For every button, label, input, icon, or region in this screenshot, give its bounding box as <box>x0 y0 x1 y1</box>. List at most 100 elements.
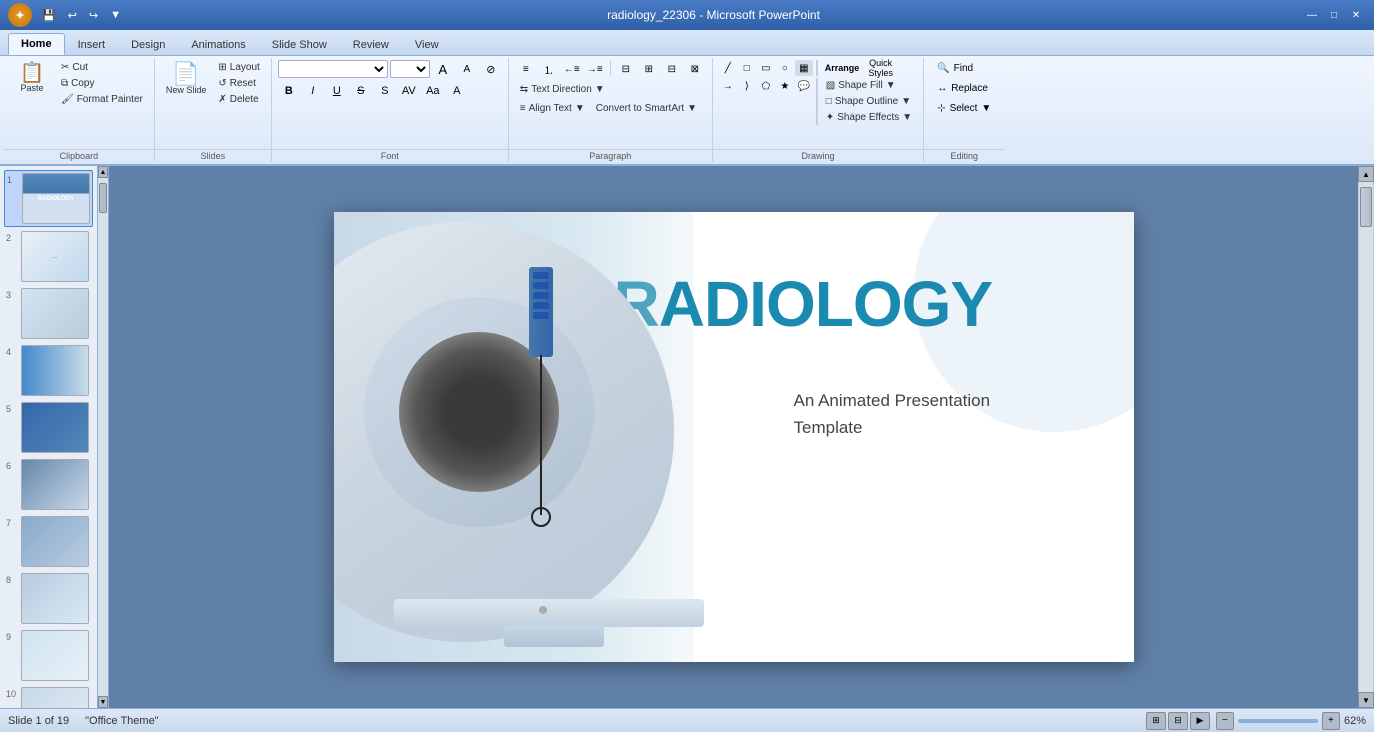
col3-btn[interactable]: ⊟ <box>661 60 683 78</box>
bold-button[interactable]: B <box>278 82 300 100</box>
increase-font-btn[interactable]: A <box>432 60 454 78</box>
tab-review[interactable]: Review <box>340 34 402 55</box>
increase-indent-btn[interactable]: →≡ <box>584 60 606 78</box>
cut-button[interactable]: ✂ Cut <box>56 60 148 75</box>
shape-arrow-btn[interactable]: → <box>719 78 737 94</box>
underline-button[interactable]: U <box>326 82 348 100</box>
format-painter-button[interactable]: 🖌 Format Painter <box>56 92 148 107</box>
slide-thumb-8[interactable]: 8 <box>4 571 93 626</box>
slide-thumb-6[interactable]: 6 <box>4 457 93 512</box>
zoom-in-btn[interactable]: + <box>1322 712 1340 730</box>
col2-btn[interactable]: ⊞ <box>638 60 660 78</box>
slide-thumb-4[interactable]: 4 <box>4 343 93 398</box>
tab-slideshow[interactable]: Slide Show <box>259 34 340 55</box>
slide-thumb-3[interactable]: 3 <box>4 286 93 341</box>
tab-view[interactable]: View <box>402 34 452 55</box>
layout-button[interactable]: ⊞ Layout <box>213 60 264 75</box>
paste-button[interactable]: 📋 Paste <box>10 60 54 97</box>
zoom-slider[interactable] <box>1238 719 1318 723</box>
strikethrough-button[interactable]: S <box>350 82 372 100</box>
font-size-select[interactable] <box>390 60 430 78</box>
slideshow-btn[interactable]: ▶ <box>1190 712 1210 730</box>
undo-quick-btn[interactable]: ↩ <box>64 7 81 24</box>
tab-home[interactable]: Home <box>8 33 65 55</box>
tab-design[interactable]: Design <box>118 34 178 55</box>
shape-rect-btn[interactable]: □ <box>738 60 756 76</box>
decrease-font-btn[interactable]: A <box>456 60 478 78</box>
slide-thumb-9[interactable]: 9 <box>4 628 93 683</box>
shape-callout-btn[interactable]: 💬 <box>795 78 813 94</box>
align-text-btn[interactable]: ≡ Align Text ▼ <box>515 101 590 116</box>
find-button[interactable]: 🔍 Find <box>930 60 980 77</box>
italic-button[interactable]: I <box>302 82 324 100</box>
slide-thumb-1[interactable]: 1 RADIOLOGY <box>4 170 93 227</box>
save-quick-btn[interactable]: 💾 <box>38 7 60 24</box>
font-color-btn[interactable]: A <box>446 82 468 100</box>
slide-thumb-10[interactable]: 10 <box>4 685 93 708</box>
slide-scroll-thumb[interactable] <box>99 183 107 213</box>
scroll-thumb[interactable] <box>1360 187 1372 227</box>
select-button[interactable]: ⊹ Select ▼ <box>930 100 998 117</box>
shape-chevron-btn[interactable]: ⟩ <box>738 78 756 94</box>
slide-thumb-2[interactable]: 2 … <box>4 229 93 284</box>
reset-button[interactable]: ↺ Reset <box>213 76 264 91</box>
shapes-row-1: ╱ □ ▭ ○ ▦ Arrange QuickStyles <box>719 60 897 76</box>
arrange-btn[interactable]: Arrange <box>821 60 864 76</box>
redo-quick-btn[interactable]: ↪ <box>85 7 102 24</box>
close-btn[interactable]: ✕ <box>1346 7 1366 23</box>
slide-thumb-5[interactable]: 5 <box>4 400 93 455</box>
shape-star-btn[interactable]: ★ <box>776 78 794 94</box>
shape-oval-btn[interactable]: ○ <box>776 60 794 76</box>
scroll-down-btn[interactable]: ▼ <box>1358 692 1374 708</box>
new-slide-button[interactable]: 📄 New Slide <box>161 60 212 99</box>
replace-button[interactable]: ↔ Replace <box>930 80 995 97</box>
main-area: 1 RADIOLOGY 2 … 3 4 5 <box>0 166 1374 708</box>
shape-outline-btn[interactable]: □ Shape Outline ▼ <box>821 94 917 109</box>
shape-line-btn[interactable]: ╱ <box>719 60 737 76</box>
text-direction-btn[interactable]: ⇆ Text Direction ▼ <box>515 82 610 97</box>
para-separator <box>610 60 611 76</box>
bullets-btn[interactable]: ≡ <box>515 60 537 78</box>
shape-pentagon-btn[interactable]: ⬠ <box>757 78 775 94</box>
slides-group: 📄 New Slide ⊞ Layout ↺ Reset ✗ Delete <box>155 58 272 162</box>
quick-styles-btn[interactable]: QuickStyles <box>864 60 897 76</box>
scroll-track <box>1359 182 1373 692</box>
char-spacing-btn[interactable]: AV <box>398 82 420 100</box>
slide-scroll-up[interactable]: ▲ <box>98 166 108 178</box>
change-case-btn[interactable]: Aa <box>422 82 444 100</box>
shadow-button[interactable]: S <box>374 82 396 100</box>
zoom-out-btn[interactable]: − <box>1216 712 1234 730</box>
align-text-arrow: ▼ <box>575 103 585 114</box>
slide-panel-scrollbar[interactable]: ▲ ▼ <box>98 166 108 708</box>
minimize-btn[interactable]: — <box>1302 7 1322 23</box>
smartart-btn[interactable]: Convert to SmartArt ▼ <box>591 101 702 116</box>
font-name-select[interactable] <box>278 60 388 78</box>
tab-animations[interactable]: Animations <box>178 34 258 55</box>
slide-preview-text-2: … <box>51 252 60 262</box>
right-scrollbar[interactable]: ▲ ▼ <box>1358 166 1374 708</box>
copy-button[interactable]: ⧉ Copy <box>56 76 148 91</box>
clear-format-btn[interactable]: ⊘ <box>480 60 502 78</box>
office-button[interactable]: ✦ <box>8 3 32 27</box>
decrease-indent-btn[interactable]: ←≡ <box>561 60 583 78</box>
shape-more-btn[interactable]: ▦ <box>795 60 813 76</box>
col4-btn[interactable]: ⊠ <box>684 60 706 78</box>
cut-icon: ✂ <box>61 62 69 73</box>
slide-thumb-7[interactable]: 7 <box>4 514 93 569</box>
main-slide[interactable]: RADIOLOGY An Animated Presentation Templ… <box>334 212 1134 662</box>
shape-effects-btn[interactable]: ✦ Shape Effects ▼ <box>821 110 917 125</box>
maximize-btn[interactable]: □ <box>1324 7 1344 23</box>
scroll-up-btn[interactable]: ▲ <box>1358 166 1374 182</box>
normal-view-btn[interactable]: ⊞ <box>1146 712 1166 730</box>
shape-roundrect-btn[interactable]: ▭ <box>757 60 775 76</box>
col1-btn[interactable]: ⊟ <box>615 60 637 78</box>
numbering-btn[interactable]: ⒈ <box>538 60 560 78</box>
clipboard-small-btns: ✂ Cut ⧉ Copy 🖌 Format Painter <box>56 60 148 107</box>
qa-dropdown-btn[interactable]: ▼ <box>106 7 125 23</box>
delete-button[interactable]: ✗ Delete <box>213 92 264 107</box>
slide-scroll-down[interactable]: ▼ <box>98 696 108 708</box>
tab-insert[interactable]: Insert <box>65 34 119 55</box>
shape-fill-btn[interactable]: ▧ Shape Fill ▼ <box>821 78 917 93</box>
editing-group: 🔍 Find ↔ Replace ⊹ Select ▼ Editing <box>924 58 1004 162</box>
slide-sorter-btn[interactable]: ⊟ <box>1168 712 1188 730</box>
